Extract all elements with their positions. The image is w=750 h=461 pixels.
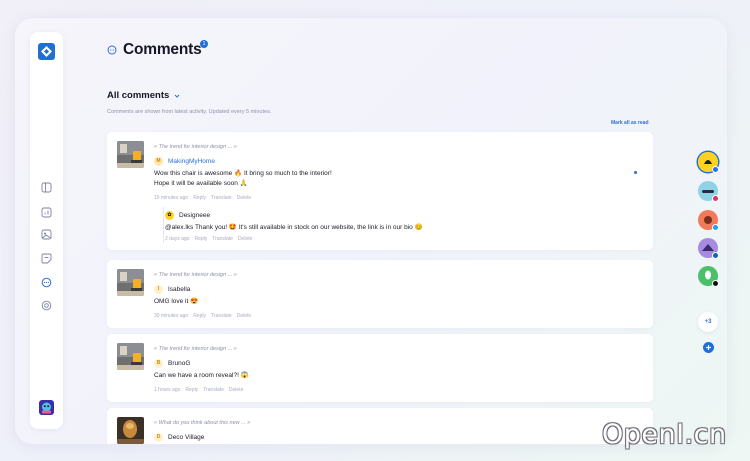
reply-author-name[interactable]: Designeee [179, 212, 210, 219]
user-avatar[interactable] [39, 400, 54, 415]
author-name[interactable]: MakingMyHome [168, 158, 215, 165]
post-reference[interactable]: « The trend for interior design ... » [154, 346, 237, 352]
app-logo-icon[interactable] [38, 43, 55, 60]
watermark: OpenI.cn [602, 419, 727, 450]
translate-button[interactable]: Translate [212, 236, 233, 242]
filter-label: All comments [107, 90, 170, 101]
author-avatar: D [154, 433, 163, 442]
comment-card[interactable]: « The trend for interior design ... » B … [107, 334, 653, 402]
comment-meta: 1 hours ago Reply Translate Delete [154, 387, 243, 393]
account-instagram[interactable] [698, 181, 719, 202]
linkedin-icon [712, 252, 719, 259]
post-thumbnail[interactable] [117, 141, 144, 168]
post-thumbnail[interactable] [117, 269, 144, 296]
comment-meta: 15 minutes ago Reply Translate Delete [154, 195, 251, 201]
sidebar [30, 32, 63, 429]
reply-divider [163, 207, 164, 243]
reply-button[interactable]: Reply [185, 387, 198, 393]
sidebar-item-notes[interactable] [41, 253, 52, 264]
page-header: Comments [107, 41, 202, 59]
translate-button[interactable]: Translate [203, 387, 224, 393]
account-twitter[interactable] [698, 210, 719, 231]
comment-time: 15 minutes ago [154, 195, 189, 201]
comment-author: I Isabella [154, 285, 190, 294]
comment-time: 30 minutes ago [154, 313, 189, 319]
comment-card[interactable]: « What do you think about this new ... »… [107, 408, 653, 444]
reply-button[interactable]: Reply [194, 236, 207, 242]
post-reference[interactable]: « The trend for interior design ... » [154, 144, 237, 150]
add-account-button[interactable] [703, 342, 714, 353]
sidebar-item-comments[interactable] [41, 277, 52, 288]
twitter-icon [712, 224, 719, 231]
account-facebook[interactable] [698, 152, 719, 173]
reply-button[interactable]: Reply [193, 195, 206, 201]
reply-author: ✿ Designeee [165, 211, 210, 220]
author-name[interactable]: BrunoG [168, 360, 190, 367]
reply-avatar: ✿ [165, 211, 174, 220]
plus-icon [706, 345, 711, 350]
comment-text: Can we have a room reveal?! 😱 [154, 372, 249, 379]
sidebar-item-dashboard[interactable] [41, 182, 52, 193]
delete-button[interactable]: Delete [237, 195, 251, 201]
reply-text: @alex.lks Thank you! 🤩 It's still availa… [165, 224, 423, 231]
sidebar-item-settings[interactable] [41, 300, 52, 311]
page-title: Comments [123, 41, 202, 58]
delete-button[interactable]: Delete [229, 387, 243, 393]
tiktok-icon [712, 280, 719, 287]
post-reference[interactable]: « The trend for interior design ... » [154, 272, 237, 278]
unread-indicator [634, 171, 637, 174]
mark-all-read-link[interactable]: Mark all as read [611, 120, 649, 126]
delete-button[interactable]: Delete [237, 313, 251, 319]
comment-meta: 30 minutes ago Reply Translate Delete [154, 313, 251, 319]
comments-filter-dropdown[interactable]: All comments [107, 90, 181, 101]
app-window: Comments 1 All comments Comments are sho… [15, 18, 727, 444]
author-avatar: M [154, 157, 163, 166]
post-thumbnail[interactable] [117, 417, 144, 444]
post-reference[interactable]: « What do you think about this new ... » [154, 420, 250, 426]
notification-badge: 1 [200, 40, 208, 48]
comment-text: OMG love it 😍 [154, 298, 199, 305]
author-avatar: I [154, 285, 163, 294]
author-avatar: B [154, 359, 163, 368]
chevron-down-icon [174, 94, 180, 98]
reply-button[interactable]: Reply [193, 313, 206, 319]
post-thumbnail[interactable] [117, 343, 144, 370]
instagram-icon [712, 195, 719, 202]
author-name[interactable]: Isabella [168, 286, 190, 293]
account-linkedin[interactable] [698, 238, 719, 259]
reply-meta: 2 days ago Reply Translate Delete [165, 236, 252, 242]
facebook-icon [712, 166, 719, 173]
sidebar-item-media[interactable] [41, 229, 52, 240]
reply-time: 2 days ago [165, 236, 190, 242]
comment-text: Wow this chair is awesome 🔥 It bring so … [154, 170, 332, 177]
translate-button[interactable]: Translate [211, 313, 232, 319]
comment-card[interactable]: « The trend for interior design ... » I … [107, 260, 653, 328]
account-tiktok[interactable] [698, 266, 719, 287]
comments-icon [107, 45, 117, 55]
comment-text-line2: Hope it will be available soon 🙏 [154, 180, 248, 187]
page-subtitle: Comments are shown from latest activity.… [107, 109, 272, 115]
comment-author: D Deco Village [154, 433, 204, 442]
comment-time: 1 hours ago [154, 387, 181, 393]
translate-button[interactable]: Translate [211, 195, 232, 201]
more-accounts-button[interactable]: +3 [698, 312, 718, 332]
author-name[interactable]: Deco Village [168, 434, 204, 441]
comment-author: B BrunoG [154, 359, 190, 368]
sidebar-item-analytics[interactable] [41, 207, 52, 218]
delete-button[interactable]: Delete [238, 236, 252, 242]
comment-card[interactable]: « The trend for interior design ... » M … [107, 132, 653, 250]
comment-author: M MakingMyHome [154, 157, 215, 166]
